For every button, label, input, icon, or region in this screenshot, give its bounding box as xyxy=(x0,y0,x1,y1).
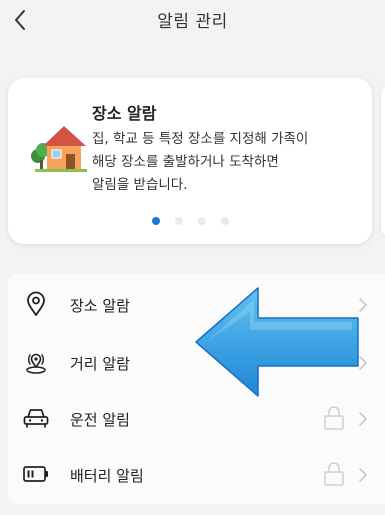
chevron-right-icon xyxy=(359,412,367,426)
top-bar: 알림 관리 xyxy=(0,0,385,46)
carousel-dot[interactable] xyxy=(221,217,229,225)
card-description: 집, 학교 등 특정 장소를 지정해 가족이 해당 장소를 출발하거나 도착하면… xyxy=(92,131,309,193)
menu-item-label: 거리 알람 xyxy=(70,355,130,373)
distance-icon xyxy=(22,348,50,376)
carousel-dots xyxy=(152,217,229,225)
car-icon xyxy=(22,404,50,432)
house-illustration-icon xyxy=(31,126,87,172)
menu-item-label: 운전 알림 xyxy=(70,411,130,429)
card-title: 장소 알람 xyxy=(92,104,157,123)
page-title: 알림 관리 xyxy=(157,12,228,32)
pointer-arrow-annotation xyxy=(195,287,359,397)
carousel-dot[interactable] xyxy=(152,217,160,225)
next-card-peek[interactable] xyxy=(381,86,385,236)
lock-icon xyxy=(324,406,344,430)
carousel-dot[interactable] xyxy=(198,217,206,225)
menu-item-label: 장소 알람 xyxy=(70,297,130,315)
chevron-right-icon xyxy=(359,468,367,482)
menu-item-battery-alarm[interactable]: 배터리 알림 xyxy=(8,446,385,504)
lock-icon xyxy=(324,462,344,486)
carousel-dot[interactable] xyxy=(175,217,183,225)
location-pin-icon xyxy=(22,290,50,318)
menu-item-label: 배터리 알림 xyxy=(70,467,144,485)
intro-card[interactable]: 장소 알람 집, 학교 등 특정 장소를 지정해 가족이 해당 장소를 출발하거… xyxy=(8,78,372,244)
battery-icon xyxy=(22,460,50,488)
